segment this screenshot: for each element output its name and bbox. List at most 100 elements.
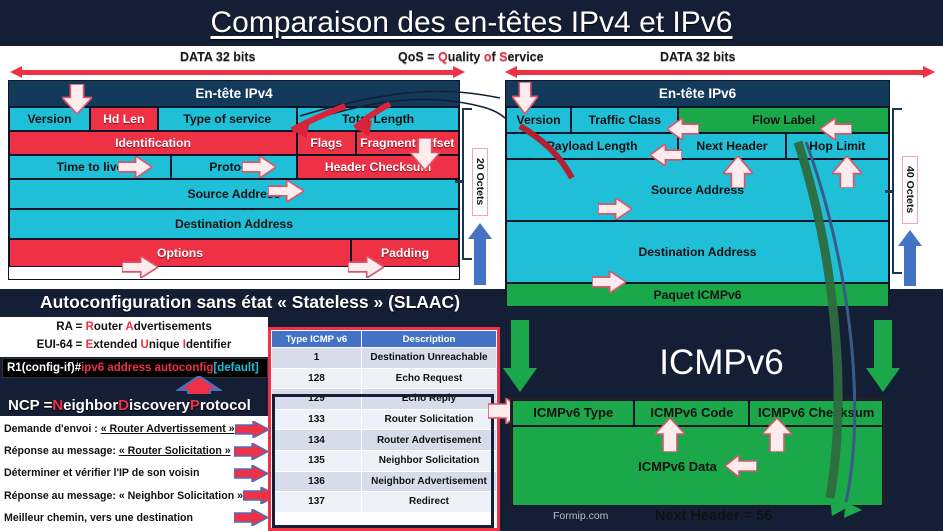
version-down-arrow — [512, 82, 538, 114]
icmp-description-value: Echo Request — [361, 367, 497, 390]
icmp-description-value: Neighbor Solicitation — [361, 449, 497, 472]
table-column-header: Type ICMP v6 — [271, 330, 362, 348]
ndp-list-item: Réponse au message: « Neighbor Solicitat… — [0, 485, 279, 507]
ipv4-width-arrow — [10, 66, 465, 78]
icmp-description-value: Redirect — [361, 491, 497, 513]
icmpv6-types-table: Type ICMP v6 Description 1 Destination Unr… — [271, 330, 497, 513]
ndp-item-text: Réponse au message: « Router Solicitatio… — [4, 445, 231, 458]
destination-address-right-arrow-v6 — [592, 271, 626, 293]
page-title-bar: Comparaison des en-têtes IPv4 et IPv6 — [0, 0, 943, 46]
icmpv6-banner: ICMPv6 — [500, 336, 943, 389]
ndp-section-title: NCP = Neighbor Discovery Protocol — [0, 394, 268, 416]
table-row: 136 Neighbor Advertisement — [271, 470, 497, 493]
abbr-ra: RA = Router Advertisements — [56, 321, 212, 334]
ipv6-field-traffic-class: Traffic Class — [571, 107, 679, 133]
icmp-description-value: Echo Reply — [361, 388, 497, 410]
icmp-description-value: Router Advertisement — [361, 429, 497, 451]
ipv4-field-rows: Version Hd Len Type of service Total Length… — [9, 107, 459, 267]
ipv6-header-title: En-tête IPv6 — [506, 81, 889, 107]
icmp-type-value: 1 — [271, 347, 362, 369]
next-header-up-arrow — [723, 156, 753, 188]
cli-default-token: [default] — [213, 362, 259, 374]
icmpv6-field-icmpv6-code: ICMPv6 Code — [634, 400, 750, 426]
icmp-description-value: Destination Unreachable — [361, 347, 497, 369]
ndp-item-arrow-icon — [233, 463, 270, 484]
table-row: 134 Router Advertisement — [271, 429, 497, 451]
table-row: 1 Destination Unreachable — [271, 347, 497, 369]
ndp-list-item: Réponse au message: « Router Solicitatio… — [0, 440, 270, 462]
ipv4-field-fragment-offset: Fragment Offset — [355, 131, 459, 155]
total-length-down-arrow — [410, 138, 440, 170]
icmp-type-value: 137 — [271, 491, 362, 513]
table-row: 128 Echo Request — [271, 367, 497, 390]
ipv4-row: Identification Flags Fragment Offset — [9, 131, 459, 155]
table-row: 133 Router Solicitation — [271, 408, 497, 431]
ndp-item-text: Meilleur chemin, vers une destination — [4, 511, 193, 524]
flags-right-arrow — [242, 156, 276, 178]
ndp-item-arrow-icon — [233, 508, 270, 528]
icmpv6-field-icmpv6-checksum: ICMPv6 Checksum — [749, 400, 883, 426]
ndp-list-item: Déterminer et vérifier l'IP de son voisi… — [0, 462, 270, 484]
cli-command-line: R1(config-if)# ipv6 address autoconfig [… — [2, 358, 268, 378]
ndp-list-item: Meilleur chemin, vers une destination — [0, 507, 270, 529]
icmp-type-value: 128 — [271, 367, 362, 390]
ndp-item-text: Demande d'envoi : « Router Advertissemen… — [4, 423, 235, 436]
traffic-class-left-arrow — [667, 118, 699, 140]
ipv4-octets-label: 20 Octets — [472, 148, 488, 216]
table-row: 129 Echo Reply — [271, 388, 497, 410]
poster-root: Comparaison des en-têtes IPv4 et IPv6 DA… — [0, 0, 943, 531]
ipv4-row: Time to live Protocol Header Checksum — [9, 155, 459, 179]
slaac-section-title: Autoconfiguration sans état « Stateless … — [0, 289, 500, 316]
ipv4-field-identification: Identification — [9, 131, 297, 155]
abbreviations-block: RA = Router Advertisements EUI-64 = Exte… — [0, 317, 268, 357]
ipv4-row: Source Address — [9, 179, 459, 209]
ipv4-field-type-of-service: Type of service — [157, 107, 297, 131]
ipv4-field-protocol: Protocol — [171, 155, 297, 179]
cli-prompt: R1(config-if)# — [7, 362, 82, 374]
cli-command: ipv6 address autoconfig — [81, 362, 214, 374]
hdlen-down-arrow — [62, 84, 92, 114]
hop-limit-up-arrow — [832, 156, 862, 188]
ndp-list-item: Demande d'envoi : « Router Advertissemen… — [0, 418, 271, 440]
ipv4-blue-up-arrow — [468, 223, 492, 285]
watermark: Formip.com — [553, 510, 609, 522]
payload-length-left-arrow — [650, 144, 682, 166]
padding-right-arrow — [348, 256, 384, 278]
table-row: 135 Neighbor Solicitation — [271, 449, 497, 472]
options-right-arrow — [122, 256, 158, 278]
ipv6-bracket-stub — [885, 190, 894, 193]
ipv6-row: Destination Address — [506, 221, 889, 283]
icmpv6-data-field: ICMPv6 Data — [512, 426, 883, 506]
ipv6-width-arrow — [505, 66, 935, 78]
icmp-type-value: 135 — [271, 449, 362, 472]
icmp-type-value: 134 — [271, 429, 362, 451]
icmp-description-value: Neighbor Advertisement — [361, 470, 497, 493]
table-column-header: Description — [361, 330, 497, 348]
icmpv6-field-row: ICMPv6 Type ICMPv6 Code ICMPv6 Checksum — [512, 400, 883, 426]
ipv4-bits-label: DATA 32 bits — [180, 50, 256, 64]
ipv6-field-paquet-icmpv6: Paquet ICMPv6 — [506, 283, 889, 307]
flow-label-left-arrow — [820, 118, 852, 140]
icmpv6-types-table-container: Type ICMP v6 Description 1 Destination Unr… — [268, 327, 500, 531]
table-header-row: Type ICMP v6 Description — [271, 330, 497, 348]
ndp-item-text: Déterminer et vérifier l'IP de son voisi… — [4, 467, 200, 480]
ndp-item-text: Réponse au message: « Neighbor Solicitat… — [4, 489, 244, 502]
icmp-type-value: 129 — [271, 388, 362, 410]
ipv4-row: Options Padding — [9, 239, 459, 267]
ipv4-field-destination-address: Destination Address — [9, 209, 459, 239]
icmp-description-value: Router Solicitation — [361, 408, 497, 431]
next-header-annotation: Next Header = 56 — [655, 508, 773, 524]
ipv6-field-flow-label: Flow Label — [678, 107, 889, 133]
source-address-right-arrow-v6 — [598, 198, 632, 220]
ipv4-field-hd-len: Hd Len — [90, 107, 158, 131]
page-title: Comparaison des en-têtes IPv4 et IPv6 — [210, 6, 733, 39]
table-row: 137 Redirect — [271, 491, 497, 513]
ipv4-field-total-length: Total Length — [297, 107, 459, 131]
ipv4-field-source-address: Source Address — [9, 179, 459, 209]
ipv4-field-flags: Flags — [297, 131, 356, 155]
ipv4-row: Destination Address — [9, 209, 459, 239]
header-checksum-right-arrow — [268, 180, 304, 202]
icmpv6-data-left-arrow — [724, 455, 757, 477]
ipv4-field-options: Options — [9, 239, 351, 267]
icmpv6-field-icmpv6-type: ICMPv6 Type — [512, 400, 635, 426]
